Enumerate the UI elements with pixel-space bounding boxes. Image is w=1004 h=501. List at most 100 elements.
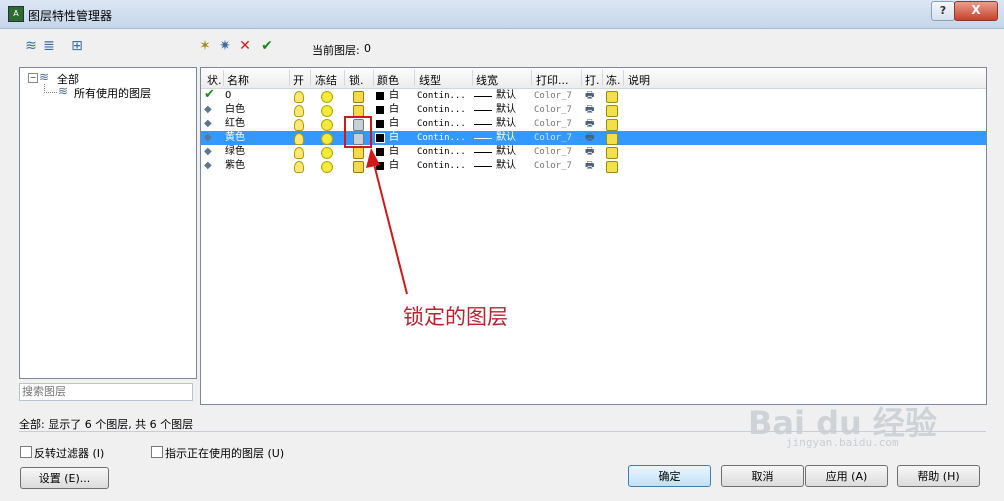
lightbulb-icon[interactable] (294, 91, 304, 103)
vp-freeze-icon[interactable] (606, 161, 618, 173)
printer-icon[interactable]: 🖶 (585, 117, 594, 131)
tree-item-used-layers[interactable]: 所有使用的图层 (74, 85, 151, 101)
layer-color[interactable]: 白 (389, 159, 399, 173)
table-row[interactable]: ◆ 紫色 白 Contin... 默认 Color_7 🖶 (201, 159, 986, 173)
layer-linetype[interactable]: Contin... (417, 89, 466, 103)
col-lineweight[interactable]: 线宽 (476, 72, 498, 88)
table-row[interactable]: ◆ 黄色 白 Contin... 默认 Color_7 🖶 (201, 131, 986, 145)
unlocked-padlock-icon[interactable] (353, 147, 364, 159)
layer-lineweight[interactable]: 默认 (496, 131, 516, 145)
new-layer-icon[interactable]: ✶ (196, 38, 214, 54)
sun-icon[interactable] (321, 91, 333, 103)
help-button[interactable]: 帮助 (H) (897, 465, 980, 487)
layer-linetype[interactable]: Contin... (417, 145, 466, 159)
set-current-icon[interactable]: ✔ (258, 38, 276, 54)
search-layer-input[interactable] (19, 383, 193, 401)
table-row[interactable]: ✔ 0 白 Contin... 默认 Color_7 🖶 (201, 88, 986, 103)
layer-color[interactable]: 白 (389, 145, 399, 159)
layer-list[interactable]: 状. 名称 开 冻结 锁. 颜色 线型 线宽 打印... 打. 冻. 说明 ✔ 0… (200, 67, 987, 405)
layer-lineweight[interactable]: 默认 (496, 145, 516, 159)
col-newvpfreeze[interactable]: 冻. (606, 72, 621, 88)
layer-color[interactable]: 白 (389, 117, 399, 131)
vp-freeze-icon[interactable] (606, 105, 618, 117)
col-lock[interactable]: 锁. (349, 72, 364, 88)
delete-layer-icon[interactable]: ✕ (236, 38, 254, 54)
new-layer-vp-frozen-icon[interactable]: ✷ (216, 38, 234, 54)
printer-icon[interactable]: 🖶 (585, 89, 594, 103)
col-description[interactable]: 说明 (628, 72, 650, 88)
layer-name[interactable]: 紫色 (225, 159, 245, 173)
collapse-icon[interactable]: − (28, 73, 38, 83)
vp-freeze-icon[interactable] (606, 119, 618, 131)
col-name[interactable]: 名称 (227, 72, 249, 88)
cancel-button[interactable]: 取消 (721, 465, 804, 487)
ok-button[interactable]: 确定 (628, 465, 711, 487)
settings-button[interactable]: 设置 (E)... (20, 467, 109, 489)
printer-icon[interactable]: 🖶 (585, 159, 594, 173)
layer-linetype[interactable]: Contin... (417, 117, 466, 131)
layer-name[interactable]: 白色 (225, 103, 245, 117)
lightbulb-icon[interactable] (294, 161, 304, 173)
layer-color[interactable]: 白 (389, 89, 399, 103)
color-swatch[interactable] (376, 120, 384, 128)
col-linetype[interactable]: 线型 (419, 72, 441, 88)
layer-name[interactable]: 绿色 (225, 145, 245, 159)
table-row[interactable]: ◆ 白色 白 Contin... 默认 Color_7 🖶 (201, 103, 986, 117)
layer-lineweight[interactable]: 默认 (496, 89, 516, 103)
sun-icon[interactable] (321, 147, 333, 159)
printer-icon[interactable]: 🖶 (585, 145, 594, 159)
vp-freeze-icon[interactable] (606, 147, 618, 159)
indicate-used-checkbox[interactable] (151, 446, 163, 458)
new-property-filter-icon[interactable]: ≋ (22, 38, 40, 54)
table-row[interactable]: ◆ 红色 白 Contin... 默认 Color_7 🖶 (201, 117, 986, 131)
lineweight-line (474, 110, 492, 111)
sun-icon[interactable] (321, 133, 333, 145)
new-group-filter-icon[interactable]: ≣ (40, 38, 58, 54)
color-swatch[interactable] (375, 133, 385, 143)
app-icon: A (8, 6, 24, 22)
unlocked-padlock-icon[interactable] (353, 91, 364, 103)
layer-linetype[interactable]: Contin... (417, 131, 466, 145)
layer-lineweight[interactable]: 默认 (496, 159, 516, 173)
layer-lineweight[interactable]: 默认 (496, 103, 516, 117)
layer-name[interactable]: 红色 (225, 117, 245, 131)
lightbulb-icon[interactable] (294, 133, 304, 145)
layer-linetype[interactable]: Contin... (417, 159, 466, 173)
lightbulb-icon[interactable] (294, 147, 304, 159)
layer-name[interactable]: 0 (225, 89, 231, 103)
col-on[interactable]: 开 (293, 72, 304, 88)
sun-icon[interactable] (321, 119, 333, 131)
invert-filter-checkbox[interactable] (20, 446, 32, 458)
sun-icon[interactable] (321, 161, 333, 173)
col-plot[interactable]: 打. (585, 72, 600, 88)
lightbulb-icon[interactable] (294, 105, 304, 117)
layer-name[interactable]: 黄色 (225, 131, 245, 145)
printer-icon[interactable]: 🖶 (585, 103, 594, 117)
layer-color[interactable]: 白 (389, 103, 399, 117)
color-swatch[interactable] (376, 148, 384, 156)
color-swatch[interactable] (376, 106, 384, 114)
layer-color[interactable]: 白 (389, 131, 399, 145)
layer-linetype[interactable]: Contin... (417, 103, 466, 117)
vp-freeze-icon[interactable] (606, 133, 618, 145)
col-color[interactable]: 颜色 (377, 72, 399, 88)
col-plotstyle[interactable]: 打印... (536, 72, 569, 88)
sun-icon[interactable] (321, 105, 333, 117)
filter-tree[interactable]: − ≋ 全部 ≋ 所有使用的图层 (19, 67, 197, 379)
title-bar[interactable]: A 图层特性管理器 ? X (0, 0, 1004, 29)
unlocked-padlock-icon[interactable] (353, 161, 364, 173)
table-row[interactable]: ◆ 绿色 白 Contin... 默认 Color_7 🖶 (201, 145, 986, 159)
close-button[interactable]: X (954, 1, 998, 21)
col-freeze[interactable]: 冻结 (315, 72, 337, 88)
col-status[interactable]: 状. (207, 72, 222, 88)
printer-icon[interactable]: 🖶 (585, 131, 594, 145)
apply-button[interactable]: 应用 (A) (805, 465, 888, 487)
layer-states-manager-icon[interactable]: ⊞ (68, 38, 86, 54)
help-title-button[interactable]: ? (931, 1, 955, 21)
color-swatch[interactable] (376, 92, 384, 100)
lightbulb-icon[interactable] (294, 119, 304, 131)
annotation-arrow-line (372, 159, 408, 295)
color-swatch[interactable] (376, 162, 384, 170)
layer-lineweight[interactable]: 默认 (496, 117, 516, 131)
vp-freeze-icon[interactable] (606, 91, 618, 103)
